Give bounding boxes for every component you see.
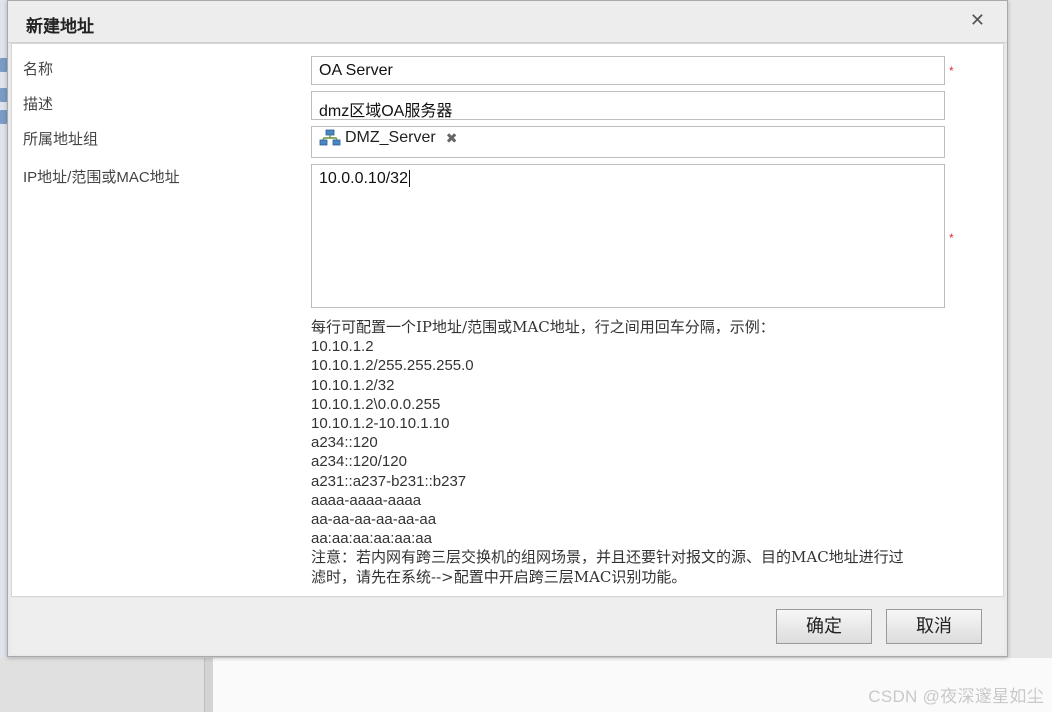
background-sidebar	[0, 658, 205, 712]
example-line: 10.10.1.2-10.10.1.10	[311, 415, 450, 433]
example-line: aa-aa-aa-aa-aa-aa	[311, 511, 437, 529]
help-text: 每行可配置一个IP地址/范围或MAC地址，行之间用回车分隔，示例： 10.10.…	[311, 318, 904, 587]
dialog-footer: 确定 取消	[11, 598, 1004, 654]
example-line: 10.10.1.2	[311, 338, 374, 356]
note-line: 注意：若内网有跨三层交换机的组网场景，并且还要针对报文的源、目的MAC地址进行过	[311, 548, 904, 567]
name-input[interactable]: OA Server	[311, 56, 945, 85]
required-mark: *	[949, 231, 954, 245]
address-group-selector[interactable]: DMZ_Server ✖	[311, 126, 945, 158]
example-line: a234::120	[311, 434, 378, 452]
watermark: CSDN @夜深邃星如尘	[868, 687, 1044, 706]
example-line: 10.10.1.2/255.255.255.0	[311, 357, 474, 375]
description-input[interactable]: dmz区域OA服务器	[311, 91, 945, 120]
cancel-button[interactable]: 取消	[886, 609, 982, 644]
group-tag: DMZ_Server ✖	[319, 129, 457, 147]
network-group-icon	[319, 129, 341, 146]
example-line: aaaa-aaaa-aaaa	[311, 491, 422, 509]
background-splitter	[205, 658, 213, 712]
new-address-dialog: 新建地址 ✕ 名称 OA Server * 描述 dmz区域OA服务器 所属地址…	[7, 0, 1008, 657]
description-label: 描述	[23, 95, 54, 113]
ip-address-value: 10.0.0.10/32	[319, 170, 408, 187]
remove-tag-icon[interactable]: ✖	[446, 130, 458, 147]
background-icon	[0, 110, 7, 124]
example-line: a231::a237-b231::b237	[311, 472, 467, 490]
ok-button[interactable]: 确定	[776, 609, 872, 644]
address-group-label: 所属地址组	[23, 130, 99, 148]
help-intro: 每行可配置一个IP地址/范围或MAC地址，行之间用回车分隔，示例：	[311, 318, 775, 336]
name-input-value: OA Server	[319, 62, 393, 79]
background-icon	[0, 88, 7, 102]
description-input-value: dmz区域OA服务器	[319, 103, 453, 120]
ip-address-textarea[interactable]: 10.0.0.10/32	[311, 164, 945, 308]
note-line: 滤时，请先在系统-->配置中开启跨三层MAC识别功能。	[311, 567, 687, 586]
text-caret	[408, 170, 410, 188]
example-line: 10.10.1.2\0.0.0.255	[311, 395, 441, 413]
dialog-body: 名称 OA Server * 描述 dmz区域OA服务器 所属地址组 DMZ_S…	[11, 43, 1004, 597]
close-icon[interactable]: ✕	[970, 10, 985, 31]
ip-address-label: IP地址/范围或MAC地址	[23, 169, 180, 186]
required-mark: *	[949, 64, 954, 78]
background-icon	[0, 58, 7, 72]
example-line: aa:aa:aa:aa:aa:aa	[311, 530, 432, 548]
example-line: a234::120/120	[311, 453, 407, 471]
group-tag-label: DMZ_Server	[345, 129, 436, 146]
name-label: 名称	[23, 60, 54, 78]
dialog-title: 新建地址	[26, 17, 94, 37]
example-line: 10.10.1.2/32	[311, 376, 395, 394]
dialog-titlebar[interactable]: 新建地址 ✕	[8, 1, 1007, 43]
